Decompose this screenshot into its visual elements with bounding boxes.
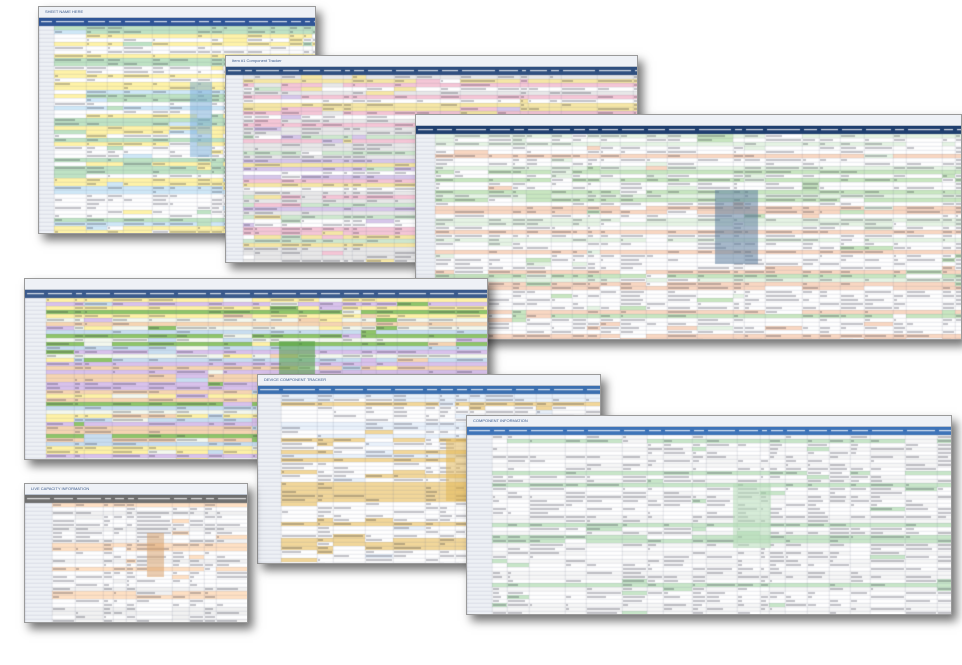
spreadsheet-window-3[interactable]	[415, 114, 962, 340]
sheet-grid[interactable]	[467, 427, 951, 614]
sheet-title: DEVICE COMPONENT TRACKER	[258, 375, 600, 386]
spreadsheet-window-7[interactable]: LIVE CAPACITY INFORMATION	[24, 483, 248, 623]
spreadsheet-window-6[interactable]: COMPONENT INFORMATION	[466, 415, 952, 615]
sheet-grid[interactable]	[25, 495, 247, 622]
sheet-title	[25, 279, 487, 290]
sheet-title: COMPONENT INFORMATION	[467, 416, 951, 427]
sheet-title: SHEET NAME HERE	[39, 7, 315, 18]
sheet-grid[interactable]	[416, 126, 961, 339]
sheet-title	[416, 115, 961, 126]
sheet-title: LIVE CAPACITY INFORMATION	[25, 484, 247, 495]
sheet-title: Item #1 Component Tracker	[226, 56, 637, 67]
